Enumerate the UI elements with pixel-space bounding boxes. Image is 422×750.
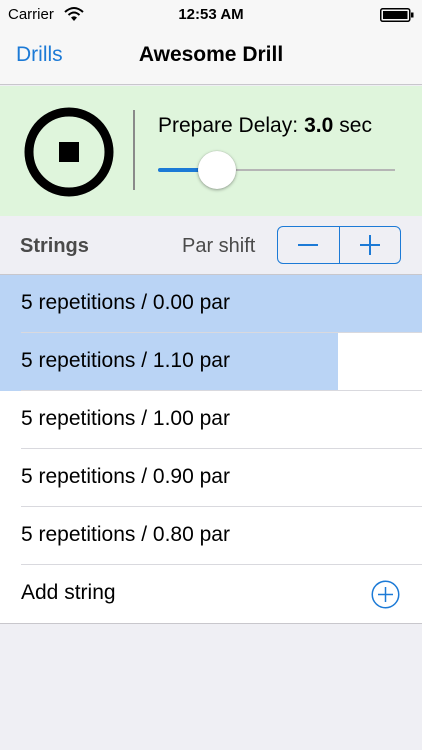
prepare-delay-slider[interactable] [158,150,395,190]
plus-icon [359,235,380,255]
drill-control-panel: Prepare Delay: 3.0 sec [0,86,422,216]
prepare-delay-value: 3.0 [304,114,334,137]
string-row[interactable]: 5 repetitions / 0.90 par [0,449,422,507]
string-row[interactable]: 5 repetitions / 0.80 par [0,507,422,565]
prepare-delay-label: Prepare Delay: [158,114,299,137]
stop-icon[interactable] [24,107,114,197]
add-string-row[interactable]: Add string [0,565,422,623]
minus-icon [298,244,319,246]
string-label: 5 repetitions / 0.80 par [21,523,230,546]
add-string-label: Add string [21,581,116,604]
status-bar: Carrier 12:53 AM [0,0,422,30]
section-title: Strings [20,235,89,257]
string-label: 5 repetitions / 0.90 par [21,465,230,488]
page-title: Awesome Drill [138,43,284,66]
prepare-delay-unit: sec [339,114,372,137]
battery-icon [380,8,414,22]
string-label: 5 repetitions / 0.00 par [21,291,230,314]
string-row[interactable]: 5 repetitions / 0.00 par [0,275,422,333]
strings-section-header: Strings Par shift [0,216,422,274]
string-label: 5 repetitions / 1.00 par [21,407,230,430]
status-time: 12:53 AM [178,6,244,23]
strings-list: 5 repetitions / 0.00 par 5 repetitions /… [0,274,422,624]
string-row[interactable]: 5 repetitions / 1.00 par [0,391,422,449]
slider-thumb[interactable] [197,151,236,189]
par-shift-stepper[interactable] [277,226,401,264]
par-shift-label: Par shift [182,235,256,257]
prepare-delay-row: Prepare Delay: 3.0 sec [158,114,372,138]
navigation-bar: Drills Awesome Drill [0,30,422,85]
par-shift-decrement-button[interactable] [278,227,339,263]
add-circle-icon[interactable] [371,580,400,609]
string-label: 5 repetitions / 1.10 par [21,349,230,372]
panel-divider [133,110,135,190]
string-row[interactable]: 5 repetitions / 1.10 par [0,333,422,391]
par-shift-increment-button[interactable] [338,227,401,263]
